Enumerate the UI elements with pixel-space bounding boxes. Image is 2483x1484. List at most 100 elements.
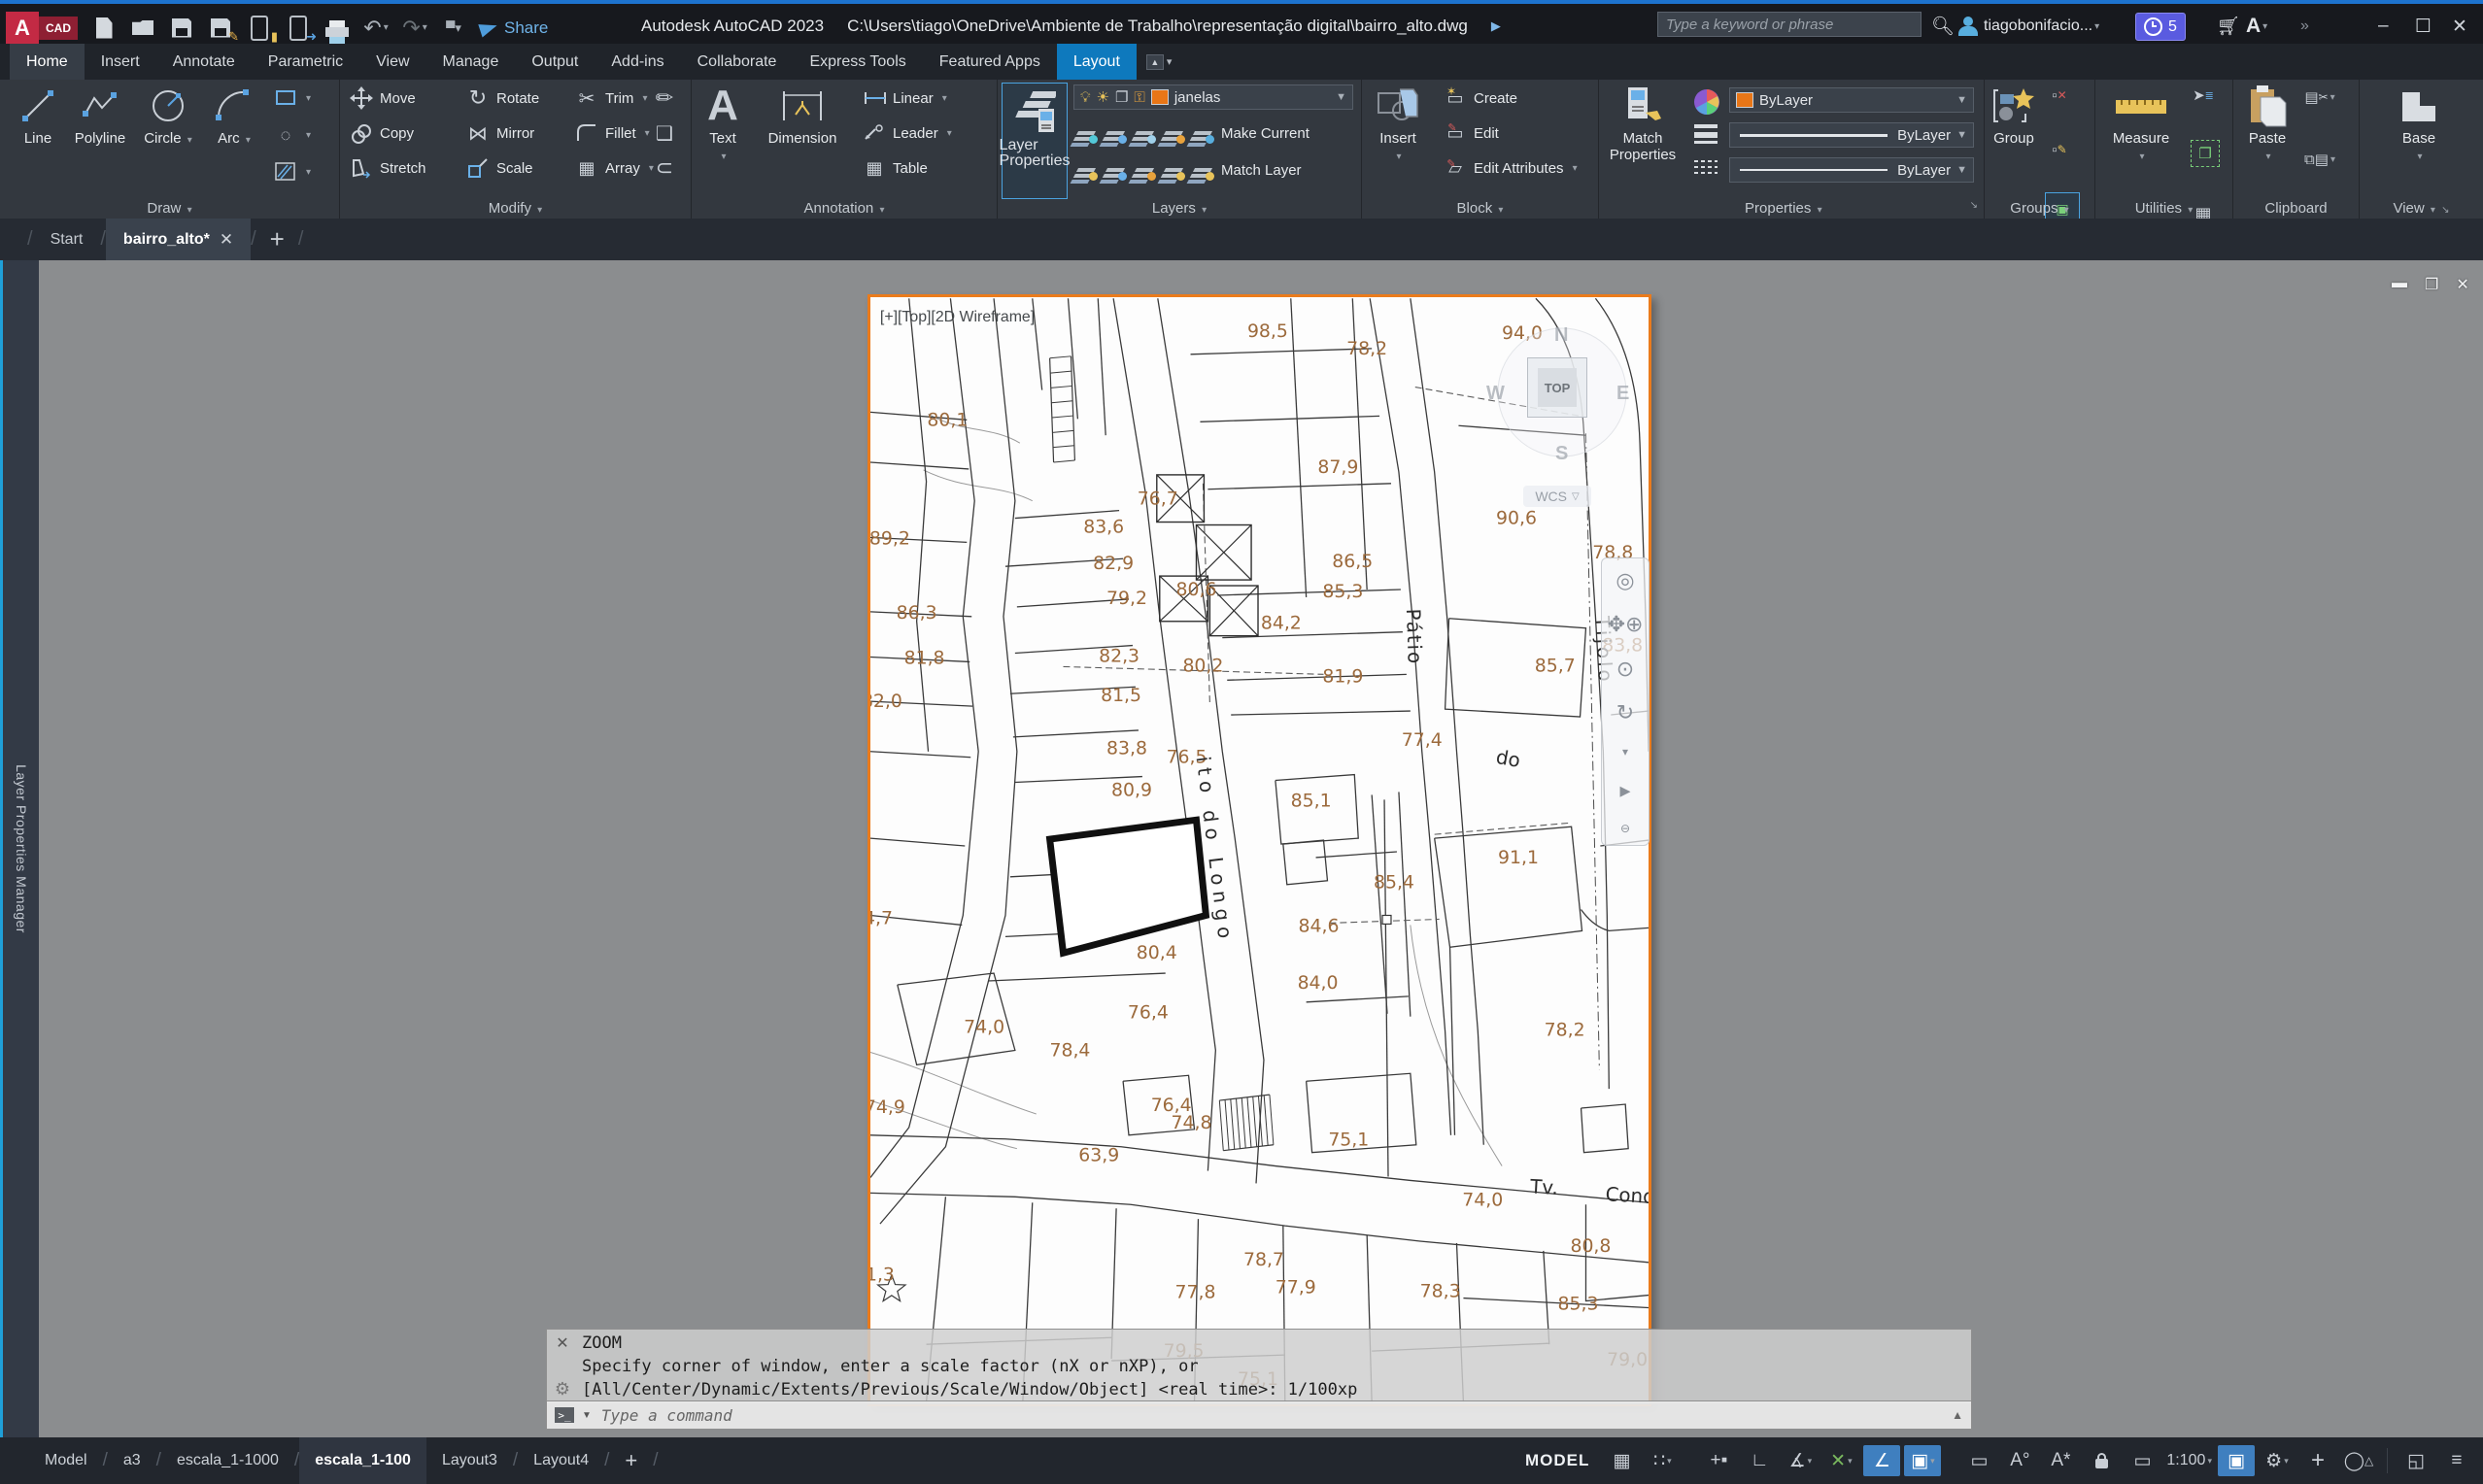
showmotion-icon[interactable]: ▸: [1619, 778, 1630, 803]
model-paper-toggle[interactable]: MODEL: [1515, 1445, 1599, 1476]
arc-dropdown-icon[interactable]: ▾: [246, 135, 251, 146]
stretch-button[interactable]: Stretch: [350, 153, 426, 183]
layer-thaw-all-button[interactable]: [1105, 160, 1126, 180]
new-layout-button[interactable]: +: [609, 1437, 653, 1484]
tab-home[interactable]: Home: [10, 44, 85, 80]
measure-button[interactable]: Measure▾: [2099, 82, 2183, 165]
workspace-switching-button[interactable]: ▣: [2218, 1445, 2255, 1476]
panel-title-utilities[interactable]: Utilities ▾: [2095, 200, 2232, 217]
object-snap-tracking-toggle[interactable]: ∠: [1863, 1445, 1900, 1476]
search-field[interactable]: [1657, 12, 1922, 37]
ellipse-tool-button[interactable]: ◌▾: [274, 120, 311, 150]
user-avatar-icon[interactable]: [1958, 17, 1978, 36]
lineweight-dropdown-icon[interactable]: ▼: [1956, 129, 1967, 141]
ribbon-display-toggle-icon[interactable]: ▲: [1146, 54, 1164, 70]
layer-thaw-icon[interactable]: ☀: [1097, 88, 1109, 106]
osnap-dropdown-icon[interactable]: ▾: [1930, 1456, 1935, 1467]
customization-gear-button[interactable]: ⚙▾: [2259, 1445, 2296, 1476]
base-dropdown-icon[interactable]: ▾: [2417, 152, 2422, 162]
close-button[interactable]: ✕: [2452, 12, 2483, 41]
gear-dropdown-icon[interactable]: ▾: [2284, 1456, 2289, 1467]
plot-button[interactable]: [324, 16, 350, 41]
panel-title-view[interactable]: View ▾ ↘: [2360, 200, 2483, 217]
create-block-button[interactable]: ▭✶Create: [1444, 84, 1517, 113]
line-button[interactable]: Line: [6, 82, 70, 147]
command-customize-wrench-icon[interactable]: ⚙: [555, 1379, 570, 1400]
polar-dropdown-icon[interactable]: ▾: [1808, 1456, 1813, 1467]
annotation-scale-button[interactable]: 1:100▾: [2164, 1445, 2214, 1476]
lock-ui-toggle[interactable]: [2083, 1445, 2120, 1476]
dynamic-input-toggle[interactable]: +▪: [1700, 1445, 1737, 1476]
minimize-button[interactable]: –: [2378, 12, 2411, 41]
command-recent-dropdown-icon[interactable]: ▼: [582, 1410, 592, 1421]
panel-title-block[interactable]: Block ▾: [1362, 200, 1598, 217]
layer-dropdown-icon[interactable]: ▼: [1336, 91, 1346, 103]
app-menu-button[interactable]: A CAD: [6, 8, 78, 48]
save-as-button[interactable]: ✎: [208, 16, 233, 41]
trim-button[interactable]: ✂Trim▾: [575, 84, 647, 113]
status-menu-button[interactable]: ≡: [2438, 1445, 2475, 1476]
layout-tab-model[interactable]: Model: [29, 1437, 103, 1484]
object-snap-toggle[interactable]: ▣▾: [1904, 1445, 1941, 1476]
base-button[interactable]: Base▾: [2387, 82, 2451, 165]
cut-dropdown-icon[interactable]: ▾: [2330, 92, 2335, 103]
rotate-button[interactable]: ↻Rotate: [466, 84, 539, 113]
navigation-wheel-icon[interactable]: ◎: [1616, 568, 1634, 593]
tab-output[interactable]: Output: [515, 44, 595, 80]
maximize-button[interactable]: ☐: [2415, 12, 2448, 41]
layer-color-swatch[interactable]: [1151, 89, 1169, 105]
tab-manage[interactable]: Manage: [426, 44, 516, 80]
measure-dropdown-icon[interactable]: ▾: [2139, 152, 2144, 162]
autodesk-logo-icon[interactable]: A▾: [2246, 12, 2267, 41]
insert-dropdown-icon[interactable]: ▾: [1396, 152, 1401, 162]
save-button[interactable]: [169, 16, 194, 41]
properties-launcher-icon[interactable]: ↘: [1970, 200, 1978, 211]
scale-button[interactable]: Scale: [466, 153, 533, 183]
match-layer-button[interactable]: Match Layer: [1221, 155, 1302, 185]
move-button[interactable]: Move: [350, 84, 416, 113]
pan-icon[interactable]: ✥︎⊕: [1608, 612, 1644, 637]
navbar-minimize-icon[interactable]: ⊖: [1620, 822, 1630, 835]
text-button[interactable]: A Text▾: [694, 82, 752, 165]
app-store-cart-icon[interactable]: 🛒︎: [2217, 12, 2240, 41]
panel-title-draw[interactable]: Draw ▾: [0, 200, 339, 217]
tab-insert[interactable]: Insert: [85, 44, 156, 80]
grid-display-toggle[interactable]: ▦: [1603, 1445, 1640, 1476]
lineweight-dropdown[interactable]: ByLayer▼: [1729, 122, 1974, 148]
command-input[interactable]: [599, 1405, 1944, 1426]
table-button[interactable]: ▦Table: [863, 153, 928, 183]
tab-parametric[interactable]: Parametric: [252, 44, 359, 80]
redo-button[interactable]: ↷▾: [402, 16, 427, 41]
dimension-button[interactable]: Dimension: [754, 82, 851, 147]
new-file-button[interactable]: [91, 16, 117, 41]
command-close-icon[interactable]: ✕: [556, 1333, 568, 1353]
linear-dimension-button[interactable]: Linear▾: [863, 84, 947, 113]
layer-vp-freeze-icon[interactable]: ❐: [1115, 88, 1128, 106]
layer-on-icon[interactable]: 💡︎: [1080, 89, 1091, 106]
scale-dropdown-icon[interactable]: ▾: [2207, 1456, 2212, 1467]
tab-express-tools[interactable]: Express Tools: [793, 44, 922, 80]
annotation-visibility-toggle[interactable]: ▭: [1960, 1445, 1997, 1476]
hatch-tool-button[interactable]: ▾: [274, 157, 311, 186]
explode-button[interactable]: ❑: [653, 118, 676, 148]
fillet-button[interactable]: Fillet▾: [575, 118, 650, 148]
layout-tab-a3[interactable]: a3: [108, 1437, 156, 1484]
navbar-dropdown-icon[interactable]: ▾: [1622, 745, 1628, 759]
tab-featured-apps[interactable]: Featured Apps: [923, 44, 1057, 80]
layer-isolate-button[interactable]: [1105, 123, 1126, 143]
tab-view[interactable]: View: [359, 44, 425, 80]
tab-collaborate[interactable]: Collaborate: [681, 44, 794, 80]
qat-customize-button[interactable]: ▀▾: [441, 16, 466, 41]
search-icon[interactable]: 🔍︎: [1931, 12, 1955, 41]
layer-freeze-button[interactable]: [1134, 123, 1155, 143]
panel-title-groups[interactable]: Groups ▾: [1985, 200, 2094, 217]
layer-properties-button[interactable]: Layer Properties: [1002, 83, 1068, 199]
arc-button[interactable]: Arc ▾: [202, 82, 266, 149]
undo-dropdown-icon[interactable]: ▾: [384, 17, 389, 39]
drawing-close-icon[interactable]: ✕: [2456, 275, 2468, 294]
copy-button[interactable]: Copy: [350, 118, 414, 148]
tab-layout[interactable]: Layout: [1057, 44, 1137, 80]
panel-title-properties[interactable]: Properties ▾ ↘: [1599, 200, 1984, 217]
layer-fade-button[interactable]: [1134, 160, 1155, 180]
user-dropdown-icon[interactable]: ▾: [2094, 21, 2099, 32]
